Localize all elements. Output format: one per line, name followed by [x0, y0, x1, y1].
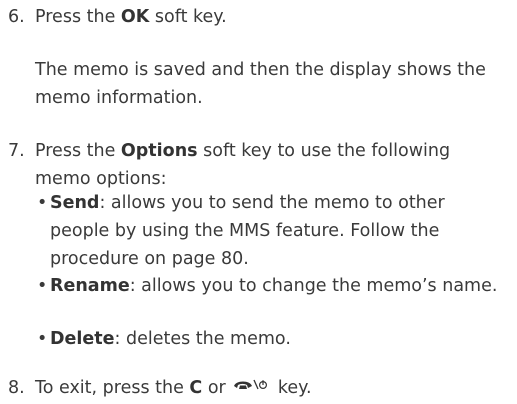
step-text: To exit, press the C or key.	[35, 374, 509, 402]
step-6: 6. Press the OK soft key.	[8, 3, 509, 31]
key-name: OK	[120, 7, 150, 27]
step-8: 8. To exit, press the C or key.	[8, 374, 509, 402]
manual-page: 6. Press the OK soft key. The memo is sa…	[0, 0, 517, 404]
option-term: Send	[50, 193, 100, 213]
step-number: 6.	[8, 7, 25, 27]
step-number: 8.	[8, 378, 25, 398]
option-term: Rename	[50, 276, 130, 296]
key-name: C	[189, 378, 203, 398]
end-call-power-icon	[232, 374, 270, 402]
option-term: Delete	[50, 329, 115, 349]
step-text: Press the Options soft key to use the fo…	[35, 141, 451, 189]
list-item: • Rename: allows you to change the memo’…	[37, 272, 509, 300]
step-6-note: The memo is saved and then the display s…	[35, 60, 486, 108]
bullet-icon: •	[37, 276, 48, 296]
step-number: 7.	[8, 141, 25, 161]
bullet-icon: •	[37, 193, 48, 213]
step-7: 7. Press the Options soft key to use the…	[8, 137, 509, 193]
bullet-icon: •	[37, 329, 48, 349]
list-item: • Send: allows you to send the memo to o…	[37, 189, 509, 273]
step-text: Press the OK soft key.	[35, 7, 227, 27]
list-item: • Delete: deletes the memo.	[37, 325, 509, 353]
key-name: Options	[120, 141, 198, 161]
